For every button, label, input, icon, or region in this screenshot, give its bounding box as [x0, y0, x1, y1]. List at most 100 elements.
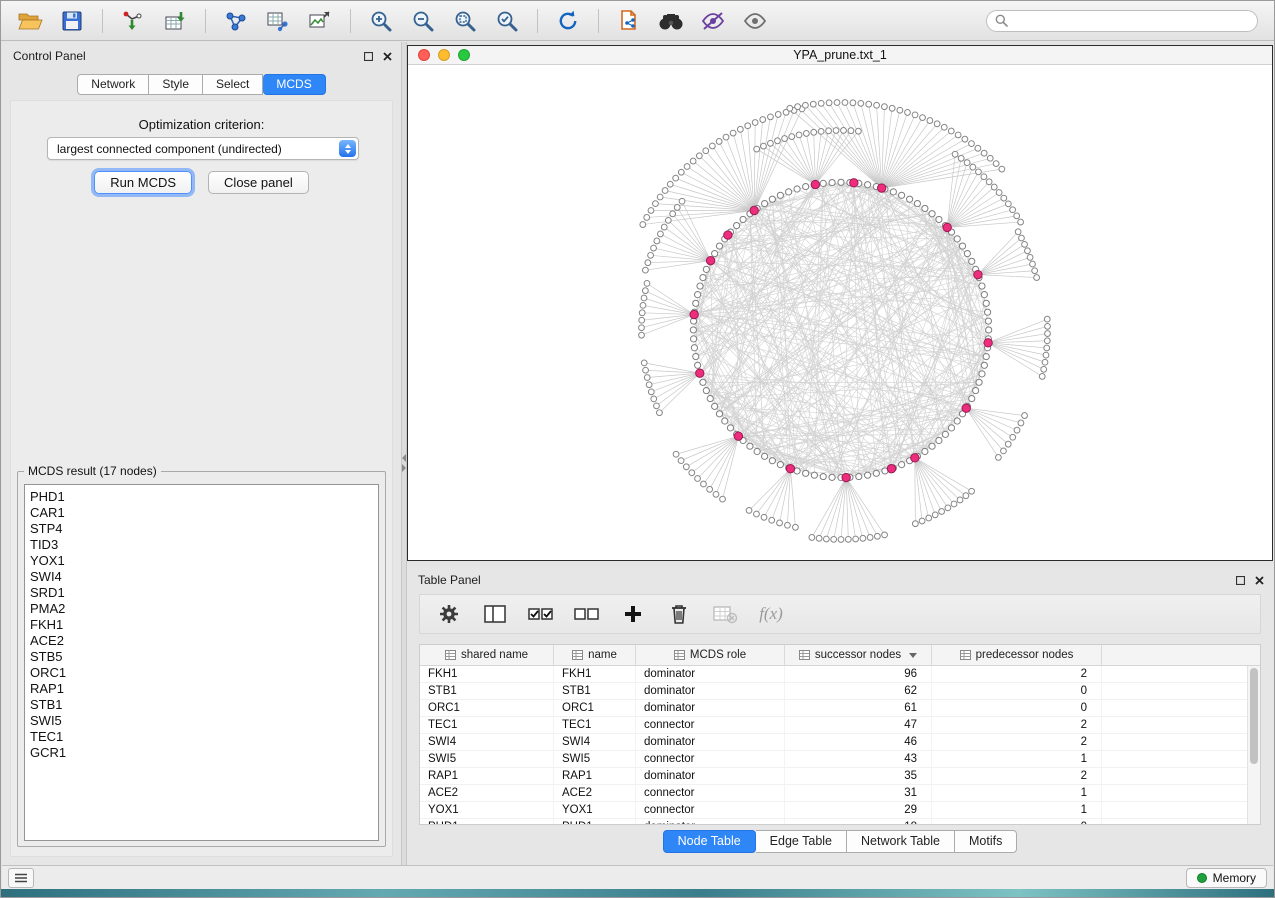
- show-all-button[interactable]: [736, 6, 774, 36]
- task-history-button[interactable]: [8, 868, 34, 888]
- column-header-successor-nodes[interactable]: successor nodes: [785, 645, 932, 665]
- table-scrollbar[interactable]: [1247, 666, 1260, 824]
- network-canvas[interactable]: [408, 64, 1272, 560]
- table-cell-pred[interactable]: 2: [932, 717, 1102, 733]
- table-cell-shared_name[interactable]: SWI5: [420, 751, 554, 767]
- table-cell-name[interactable]: ORC1: [554, 700, 636, 716]
- table-cell-shared_name[interactable]: PHD1: [420, 819, 554, 825]
- table-cell-role[interactable]: connector: [636, 802, 785, 818]
- table-cell-name[interactable]: TEC1: [554, 717, 636, 733]
- table-cell-shared_name[interactable]: ACE2: [420, 785, 554, 801]
- add-column-button[interactable]: [620, 601, 646, 627]
- hide-selected-button[interactable]: [694, 6, 732, 36]
- table-cell-role[interactable]: dominator: [636, 819, 785, 825]
- table-cell-succ[interactable]: 35: [785, 768, 932, 784]
- mcds-result-item[interactable]: SWI4: [25, 569, 378, 585]
- table-cell-pred[interactable]: 0: [932, 683, 1102, 699]
- import-table-button[interactable]: [156, 6, 194, 36]
- table-row[interactable]: STB1STB1dominator620: [420, 683, 1260, 700]
- function-builder-button[interactable]: f(x): [758, 601, 784, 627]
- table-cell-role[interactable]: dominator: [636, 768, 785, 784]
- minimize-window-icon[interactable]: [438, 49, 450, 61]
- table-cell-succ[interactable]: 46: [785, 734, 932, 750]
- table-row[interactable]: TEC1TEC1connector472: [420, 717, 1260, 734]
- mcds-result-item[interactable]: ACE2: [25, 633, 378, 649]
- table-cell-shared_name[interactable]: RAP1: [420, 768, 554, 784]
- mcds-result-list[interactable]: PHD1CAR1STP4TID3YOX1SWI4SRD1PMA2FKH1ACE2…: [24, 484, 379, 841]
- table-row[interactable]: ORC1ORC1dominator610: [420, 700, 1260, 717]
- table-settings-button[interactable]: [436, 601, 462, 627]
- export-document-button[interactable]: [610, 6, 648, 36]
- global-search[interactable]: [986, 10, 1258, 32]
- zoom-selected-button[interactable]: [488, 6, 526, 36]
- mcds-result-item[interactable]: YOX1: [25, 553, 378, 569]
- import-network-button[interactable]: [114, 6, 152, 36]
- table-cell-pred[interactable]: 2: [932, 768, 1102, 784]
- table-cell-succ[interactable]: 29: [785, 802, 932, 818]
- table-cell-name[interactable]: RAP1: [554, 768, 636, 784]
- table-row[interactable]: RAP1RAP1dominator352: [420, 768, 1260, 785]
- deselect-all-button[interactable]: [574, 601, 600, 627]
- mcds-result-item[interactable]: FKH1: [25, 617, 378, 633]
- select-all-button[interactable]: [528, 601, 554, 627]
- table-cell-succ[interactable]: 47: [785, 717, 932, 733]
- refresh-layout-button[interactable]: [549, 6, 587, 36]
- table-cell-role[interactable]: connector: [636, 785, 785, 801]
- table-cell-role[interactable]: connector: [636, 751, 785, 767]
- table-cell-name[interactable]: SWI5: [554, 751, 636, 767]
- column-layout-button[interactable]: [482, 601, 508, 627]
- tab-mcds[interactable]: MCDS: [263, 74, 325, 95]
- table-cell-name[interactable]: SWI4: [554, 734, 636, 750]
- table-cell-name[interactable]: FKH1: [554, 666, 636, 682]
- network-window-titlebar[interactable]: YPA_prune.txt_1: [408, 46, 1272, 65]
- column-header-mcds-role[interactable]: MCDS role: [636, 645, 785, 665]
- dropdown-stepper-icon[interactable]: [339, 140, 356, 157]
- close-window-icon[interactable]: [418, 49, 430, 61]
- zoom-out-button[interactable]: [404, 6, 442, 36]
- table-cell-succ[interactable]: 31: [785, 785, 932, 801]
- table-cell-role[interactable]: dominator: [636, 666, 785, 682]
- table-cell-role[interactable]: dominator: [636, 734, 785, 750]
- table-row[interactable]: FKH1FKH1dominator962: [420, 666, 1260, 683]
- delete-column-button[interactable]: [666, 601, 692, 627]
- scrollbar-thumb[interactable]: [1250, 668, 1258, 764]
- close-panel-icon[interactable]: [1254, 575, 1265, 586]
- mcds-result-item[interactable]: SRD1: [25, 585, 378, 601]
- column-header-name[interactable]: name: [554, 645, 636, 665]
- mcds-result-item[interactable]: SWI5: [25, 713, 378, 729]
- mcds-result-item[interactable]: ORC1: [25, 665, 378, 681]
- new-network-button[interactable]: [217, 6, 255, 36]
- table-cell-role[interactable]: dominator: [636, 683, 785, 699]
- table-cell-succ[interactable]: 61: [785, 700, 932, 716]
- table-cell-pred[interactable]: 0: [932, 819, 1102, 825]
- save-session-button[interactable]: [53, 6, 91, 36]
- table-cell-name[interactable]: ACE2: [554, 785, 636, 801]
- table-cell-name[interactable]: YOX1: [554, 802, 636, 818]
- table-cell-pred[interactable]: 2: [932, 666, 1102, 682]
- mcds-result-item[interactable]: RAP1: [25, 681, 378, 697]
- chevron-down-icon[interactable]: [909, 653, 917, 658]
- tab-edge-table[interactable]: Edge Table: [756, 830, 847, 853]
- close-panel-icon[interactable]: [382, 51, 393, 62]
- export-image-button[interactable]: [301, 6, 339, 36]
- table-row[interactable]: YOX1YOX1connector291: [420, 802, 1260, 819]
- search-input[interactable]: [1013, 13, 1249, 29]
- close-panel-button[interactable]: Close panel: [208, 171, 309, 194]
- float-panel-icon[interactable]: [1235, 575, 1246, 586]
- tab-node-table[interactable]: Node Table: [663, 830, 756, 853]
- table-cell-succ[interactable]: 96: [785, 666, 932, 682]
- table-cell-succ[interactable]: 62: [785, 683, 932, 699]
- mcds-result-item[interactable]: TID3: [25, 537, 378, 553]
- tab-network-table[interactable]: Network Table: [847, 830, 955, 853]
- table-cell-shared_name[interactable]: TEC1: [420, 717, 554, 733]
- table-cell-pred[interactable]: 0: [932, 700, 1102, 716]
- network-table-button[interactable]: [259, 6, 297, 36]
- column-header-predecessor-nodes[interactable]: predecessor nodes: [932, 645, 1102, 665]
- table-row[interactable]: SWI5SWI5connector431: [420, 751, 1260, 768]
- mcds-result-item[interactable]: STB5: [25, 649, 378, 665]
- table-cell-pred[interactable]: 1: [932, 751, 1102, 767]
- table-row[interactable]: ACE2ACE2connector311: [420, 785, 1260, 802]
- table-cell-succ[interactable]: 18: [785, 819, 932, 825]
- table-cell-name[interactable]: STB1: [554, 683, 636, 699]
- zoom-fit-button[interactable]: [446, 6, 484, 36]
